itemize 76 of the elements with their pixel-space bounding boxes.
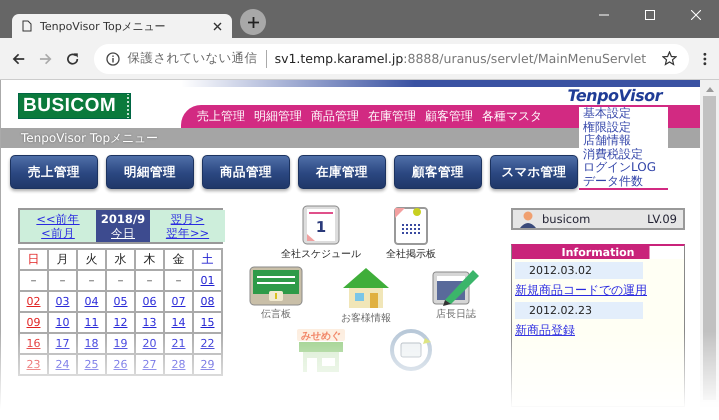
dropdown-item[interactable]: データ件数 (583, 174, 668, 188)
menu-item[interactable]: 商品管理 (311, 108, 359, 125)
close-icon[interactable] (213, 22, 222, 30)
menu-item[interactable]: 顧客管理 (425, 108, 473, 125)
tab-title: TenpoVisor Topメニュー (40, 18, 167, 34)
icon-label[interactable]: お客様情報 (341, 311, 391, 325)
maximize-icon (645, 10, 655, 20)
menu-item[interactable]: 在庫管理 (368, 108, 416, 125)
empty-day: － (173, 274, 184, 287)
weekday-cell: 日 (19, 249, 48, 270)
star-icon[interactable] (662, 51, 678, 66)
empty-day: － (28, 274, 39, 287)
next-year-link[interactable]: 翌年>> (166, 226, 210, 240)
menu-button[interactable]: スマホ管理 (490, 155, 578, 189)
reload-icon[interactable] (66, 52, 80, 66)
empty-day: － (57, 274, 68, 287)
empty-day: － (115, 274, 126, 287)
day-number: 1 (316, 218, 326, 236)
news-date: 2012.03.02 (515, 262, 643, 279)
menu-item[interactable]: 明細管理 (254, 108, 302, 125)
information-title: Information (562, 246, 634, 259)
new-tab-button[interactable] (240, 9, 266, 35)
menu-button[interactable]: 商品管理 (202, 155, 290, 189)
page-icon (22, 20, 32, 32)
dropdown-item[interactable]: 権限設定 (583, 120, 668, 134)
icon-label[interactable]: 伝言板 (261, 307, 291, 321)
menu-button[interactable]: 在庫管理 (298, 155, 386, 189)
url-host: sv1.temp.karamel.jp (274, 51, 404, 66)
weekday-cell: 木 (135, 249, 164, 270)
company-logo: BUSICOM (18, 93, 132, 119)
today-link[interactable]: 今日 (111, 226, 135, 240)
plus-icon (248, 16, 258, 28)
message-board-icon[interactable] (249, 266, 303, 306)
dropdown-item[interactable]: 店舗情報 (583, 134, 668, 148)
prev-month-link[interactable]: <前月 (41, 226, 75, 240)
dropdown-item[interactable]: ログインLOG (583, 161, 668, 174)
notice-board-icon[interactable] (391, 204, 431, 246)
weekday-cell: 土 (193, 249, 222, 270)
prev-year-link[interactable]: <<前年 (36, 212, 80, 226)
house-icon[interactable] (341, 266, 391, 310)
next-month-link[interactable]: 翌月> (170, 212, 204, 226)
menu-button[interactable]: 顧客管理 (394, 155, 482, 189)
menu-button[interactable]: 売上管理 (10, 155, 98, 189)
user-name: busicom (542, 212, 592, 226)
news-link[interactable]: 新商品登録 (515, 322, 681, 339)
person-icon (519, 210, 537, 228)
page-title: TenpoVisor Topメニュー (21, 130, 158, 146)
close-icon (691, 10, 701, 20)
weekday-cell: 水 (106, 249, 135, 270)
dropdown-item[interactable]: 基本設定 (583, 107, 668, 120)
address-bar[interactable]: 保護されていない通信 sv1.temp.karamel.jp:8888/uranus/servlet/MainMenuServlet (94, 44, 690, 74)
info-icon[interactable] (106, 52, 120, 66)
weekday-cell: 金 (164, 249, 193, 270)
empty-day: － (86, 274, 97, 287)
icon-label[interactable]: 全社掲示板 (386, 247, 436, 261)
user-level: LV.09 (647, 212, 677, 226)
menu-button[interactable]: 明細管理 (106, 155, 194, 189)
current-month: 2018/9 (100, 212, 146, 226)
news-link[interactable]: 新規商品コードでの運用 (515, 282, 681, 299)
brand-logo: TenpoVisor (567, 87, 662, 105)
browser-tab[interactable]: TenpoVisor Topメニュー (12, 14, 232, 38)
icon-label[interactable]: 店長日誌 (436, 307, 476, 321)
calendar-icon[interactable]: 1 (301, 204, 341, 246)
shop-sign: みせめぐ (301, 331, 341, 342)
news-date: 2012.02.23 (515, 302, 643, 319)
menu-item[interactable]: 各種マスタ (482, 108, 542, 125)
weekday-cell: 月 (48, 249, 77, 270)
dropdown-item[interactable]: 消費税設定 (583, 148, 668, 161)
empty-day: － (144, 274, 155, 287)
back-icon[interactable] (12, 52, 26, 66)
weekday-cell: 火 (77, 249, 106, 270)
icon-label[interactable]: 全社スケジュール (281, 247, 361, 261)
security-text: 保護されていない通信 (128, 50, 258, 67)
menu-item[interactable]: 売上管理 (197, 108, 245, 125)
url-path: :8888/uranus/servlet/MainMenuServlet (403, 51, 646, 66)
menu-icon[interactable] (703, 52, 707, 66)
